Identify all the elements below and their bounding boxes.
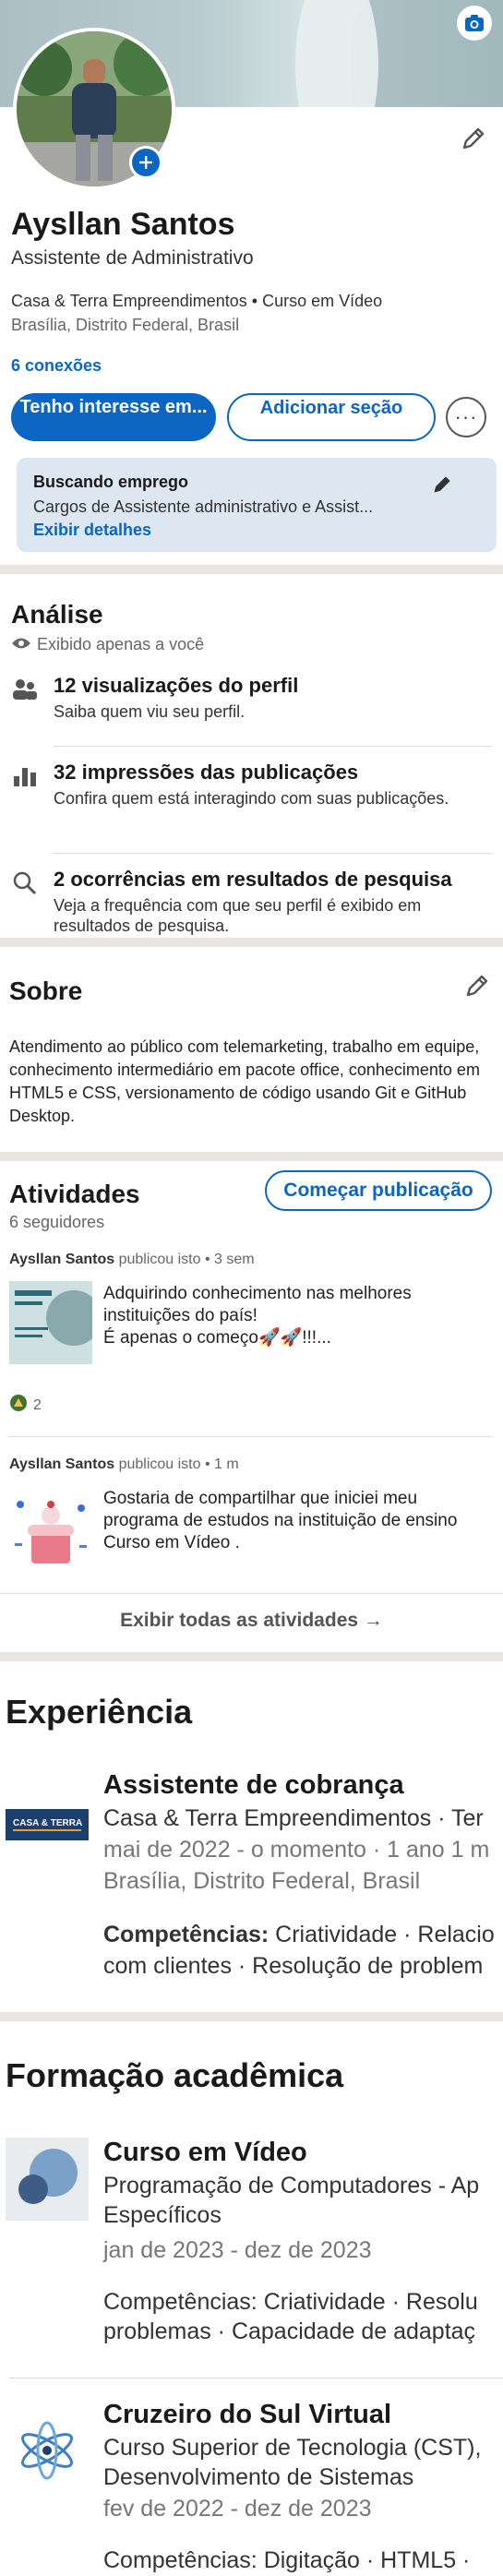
school-logo[interactable] xyxy=(6,2138,89,2221)
section-divider xyxy=(0,2012,503,2021)
post-author[interactable]: Aysllan Santos xyxy=(9,1456,114,1472)
connections-link[interactable]: 6 conexões xyxy=(11,356,102,376)
analytics-item-search[interactable]: 2 ocorrências em resultados de pesquisa … xyxy=(11,868,491,936)
add-section-button[interactable]: Adicionar seção xyxy=(227,393,436,441)
section-divider xyxy=(0,1652,503,1661)
analytics-sub: Saiba quem viu seu perfil. xyxy=(54,702,246,721)
privacy-text: Exibido apenas a você xyxy=(37,635,205,653)
post-author[interactable]: Aysllan Santos xyxy=(9,1252,114,1267)
post-meta: Aysllan Santos publicou isto • 3 sem xyxy=(9,1252,255,1268)
education-degree-2: Específicos xyxy=(103,2202,222,2228)
cover-shape xyxy=(295,0,378,107)
more-options-button[interactable]: ··· xyxy=(446,397,486,437)
section-divider xyxy=(0,565,503,574)
analytics-item-profile-views[interactable]: 12 visualizações do perfil Saiba quem vi… xyxy=(11,674,491,722)
divider xyxy=(54,853,492,854)
eye-icon xyxy=(11,635,31,654)
start-post-button[interactable]: Começar publicação xyxy=(265,1170,492,1211)
post-thumbnail[interactable] xyxy=(9,1281,102,1364)
education-title: Formação acadêmica xyxy=(6,2056,344,2094)
experience-dates: mai de 2022 - o momento · 1 ano 1 m xyxy=(103,1837,490,1863)
post-time: publicou isto • 1 m xyxy=(118,1456,239,1472)
experience-role[interactable]: Assistente de cobrança xyxy=(103,1770,404,1801)
privacy-note: Exibido apenas a você xyxy=(11,635,204,654)
analytics-head: 12 visualizações do perfil xyxy=(54,674,299,697)
divider xyxy=(0,1593,503,1594)
pencil-icon[interactable] xyxy=(432,474,452,499)
camera-icon[interactable] xyxy=(457,6,492,41)
activity-title: Atividades xyxy=(9,1180,140,1208)
education-skills: Competências: Digitação · HTML5 · xyxy=(103,2547,471,2573)
profile-company-line[interactable]: Casa & Terra Empreendimentos • Curso em … xyxy=(11,292,382,311)
about-title: Sobre xyxy=(9,976,83,1005)
divider xyxy=(54,746,492,747)
experience-skills-2: com clientes · Resolução de problem xyxy=(103,1953,484,1979)
analytics-title: Análise xyxy=(11,600,103,629)
celebrate-icon xyxy=(9,1394,28,1417)
section-divider xyxy=(0,938,503,947)
experience-skills: Competências: Criatividade · Relacio xyxy=(103,1922,495,1948)
bar-chart-icon xyxy=(11,762,39,790)
education-degree: Curso Superior de Tecnologia (CST), xyxy=(103,2435,482,2461)
otw-details-link[interactable]: Exibir detalhes xyxy=(33,521,480,540)
svg-text:CASA & TERRA: CASA & TERRA xyxy=(13,1818,82,1828)
profile-location: Brasília, Distrito Federal, Brasil xyxy=(11,316,240,334)
post-text[interactable]: Gostaria de compartilhar que iniciei meu… xyxy=(103,1488,473,1554)
education-skills-2: problemas · Capacidade de adaptaç xyxy=(103,2318,476,2344)
education-section: Formação acadêmica Curso em Vídeo Progra… xyxy=(0,2012,503,2576)
divider xyxy=(9,1436,492,1437)
education-school[interactable]: Curso em Vídeo xyxy=(103,2138,307,2168)
education-skills: Competências: Criatividade · Resolu xyxy=(103,2289,478,2315)
post-reactions[interactable]: 2 xyxy=(9,1394,42,1417)
search-icon xyxy=(11,869,39,897)
profile-name: Aysllan Santos xyxy=(11,207,235,242)
section-divider xyxy=(0,1152,503,1161)
skills-value: Criatividade · Relacio xyxy=(269,1922,495,1947)
post-thumbnail[interactable] xyxy=(9,1488,92,1571)
analytics-head: 2 ocorrências em resultados de pesquisa xyxy=(54,868,452,891)
followers-count[interactable]: 6 seguidores xyxy=(9,1213,104,1232)
analytics-sub: Veja a frequência com que seu perfil é e… xyxy=(54,896,422,935)
open-to-button[interactable]: Tenho interesse em... xyxy=(11,393,216,441)
otw-description: Cargos de Assistente administrativo e As… xyxy=(33,497,374,516)
analytics-sub: Confira quem está interagindo com suas p… xyxy=(54,789,449,808)
experience-company: Casa & Terra Empreendimentos · Ter xyxy=(103,1805,484,1831)
open-to-work-card[interactable]: Buscando emprego Cargos de Assistente ad… xyxy=(17,458,497,552)
education-dates: fev de 2022 - dez de 2023 xyxy=(103,2496,372,2522)
show-all-activities-link[interactable]: Exibir todas as atividades → xyxy=(0,1610,503,1632)
skills-label: Competências: xyxy=(103,1922,269,1947)
school-logo[interactable] xyxy=(6,2409,89,2492)
profile-headline: Assistente de Administrativo xyxy=(11,247,254,269)
people-icon xyxy=(11,676,39,703)
education-school[interactable]: Cruzeiro do Sul Virtual xyxy=(103,2400,391,2430)
otw-title: Buscando emprego xyxy=(33,473,189,491)
company-logo[interactable]: CASA & TERRA xyxy=(6,1791,89,1874)
analytics-section: Análise Exibido apenas a você 12 visuali… xyxy=(0,565,503,938)
experience-title: Experiência xyxy=(6,1693,193,1731)
reaction-count: 2 xyxy=(33,1396,42,1413)
edit-about-pencil-icon[interactable] xyxy=(464,973,490,1003)
experience-location: Brasília, Distrito Federal, Brasil xyxy=(103,1868,421,1894)
about-section: Sobre Atendimento ao público com telemar… xyxy=(0,938,503,1152)
activity-section: Atividades 6 seguidores Começar publicaç… xyxy=(0,1152,503,1652)
analytics-item-impressions[interactable]: 32 impressões das publicações Confira qu… xyxy=(11,761,491,809)
post-meta: Aysllan Santos publicou isto • 1 m xyxy=(9,1456,239,1473)
add-photo-button[interactable] xyxy=(129,146,162,179)
about-text: Atendimento ao público com telemarketing… xyxy=(9,1037,480,1125)
post-time: publicou isto • 3 sem xyxy=(118,1252,255,1267)
edit-intro-pencil-icon[interactable] xyxy=(457,122,490,155)
education-degree: Programação de Computadores - Ap xyxy=(103,2173,480,2199)
experience-section: Experiência CASA & TERRA Assistente de c… xyxy=(0,1652,503,2012)
education-dates: jan de 2023 - dez de 2023 xyxy=(103,2237,372,2263)
post-text[interactable]: Adquirindo conhecimento nas melhores ins… xyxy=(103,1283,473,1349)
education-degree-2: Desenvolvimento de Sistemas xyxy=(103,2464,414,2490)
analytics-head: 32 impressões das publicações xyxy=(54,761,359,784)
